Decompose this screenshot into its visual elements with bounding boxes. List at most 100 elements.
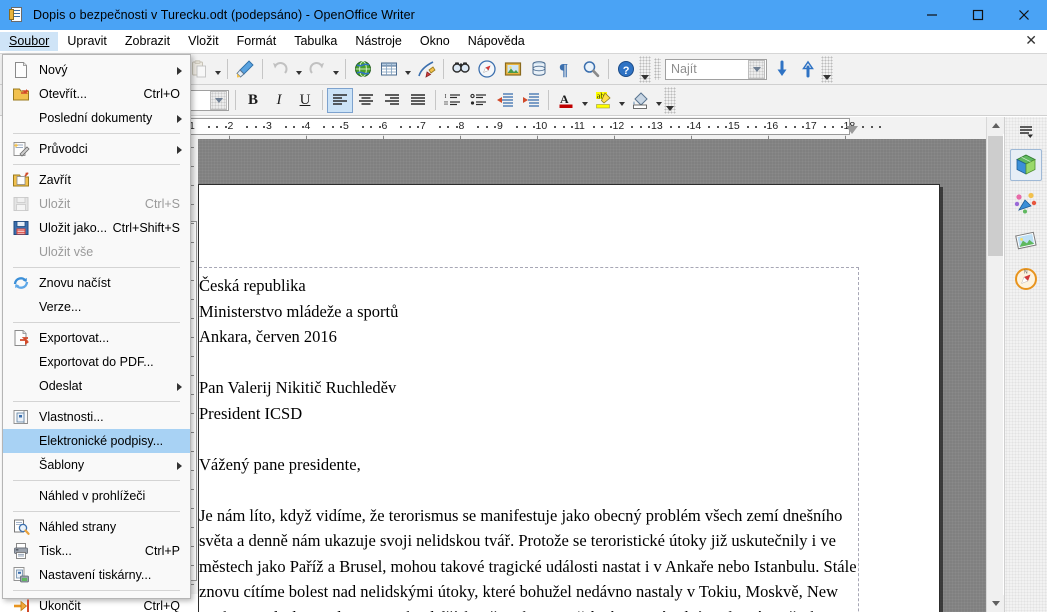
find-up-icon[interactable] (795, 57, 821, 82)
sidebar-settings-icon[interactable] (1010, 121, 1042, 143)
scroll-up-button[interactable] (987, 117, 1004, 134)
menu-tabulka[interactable]: Tabulka (285, 32, 346, 51)
doc-line: Ankara, červen 2016 (199, 327, 337, 346)
ruler-tick-mark (293, 126, 296, 128)
align-right-icon[interactable] (379, 88, 405, 113)
background-color-icon[interactable] (627, 88, 653, 113)
menu-item-label: Uložit (39, 197, 71, 211)
minimize-button[interactable] (909, 0, 955, 30)
redo-icon[interactable] (304, 57, 330, 82)
menu-item-otevrit[interactable]: Otevřít... Ctrl+O (3, 82, 190, 106)
ruler-tick-label: 11 (574, 120, 585, 132)
ruler-tick-mark (417, 126, 420, 128)
insert-table-icon[interactable] (376, 57, 402, 82)
toolbar-separator (235, 90, 236, 110)
horizontal-ruler[interactable]: 1 2 ⊥ 3 4 ⊥ 5 6 ⊥ 7 8 ⊥ 9 10 ⊥ 11 12 ⊥ 13 14 ⊥ 15 16 ⊥ 17 18 ⊥ (185, 117, 1003, 139)
sidebar-item-navigator[interactable]: N (1010, 263, 1042, 295)
file-menu-popup[interactable]: Nový Otevřít... Ctrl+O Poslední dokumenty Pr… (2, 54, 191, 612)
menu-item-sablony[interactable]: Šablony (3, 453, 190, 477)
hyperlink-icon[interactable] (350, 57, 376, 82)
increase-indent-icon[interactable] (518, 88, 544, 113)
menu-item-exportovat-do-pdf[interactable]: Exportovat do PDF... (3, 350, 190, 374)
document-text[interactable]: Česká republika Ministerstvo mládeže a s… (199, 273, 899, 612)
menu-upravit[interactable]: Upravit (58, 32, 116, 51)
font-size-dropdown-icon[interactable] (210, 90, 227, 110)
navigator-icon[interactable] (474, 57, 500, 82)
highlighting-dropdown-arrow-icon[interactable] (616, 88, 627, 113)
toolbar-separator (443, 59, 444, 79)
show-draw-functions-icon[interactable] (413, 57, 439, 82)
sidebar-item-gallery[interactable] (1010, 225, 1042, 257)
menu-okno[interactable]: Okno (411, 32, 459, 51)
menu-item-znovu-nacist[interactable]: Znovu načíst (3, 271, 190, 295)
ordered-list-icon[interactable]: I II (440, 88, 466, 113)
document-page[interactable]: Česká republika Ministerstvo mládeže a s… (198, 184, 940, 612)
menu-item-zavrit[interactable]: Zavřít (3, 168, 190, 192)
undo-icon[interactable] (267, 57, 293, 82)
search-input[interactable]: Najít (665, 58, 767, 80)
menu-item-ukoncit[interactable]: Ukončit Ctrl+Q (3, 594, 190, 612)
undo-dropdown-arrow-icon[interactable] (293, 57, 304, 82)
menu-zobrazit[interactable]: Zobrazit (116, 32, 179, 51)
maximize-button[interactable] (955, 0, 1001, 30)
scroll-down-button[interactable] (987, 595, 1004, 612)
document-canvas[interactable]: Česká republika Ministerstvo mládeže a s… (198, 139, 1003, 612)
align-center-icon[interactable] (353, 88, 379, 113)
redo-dropdown-arrow-icon[interactable] (330, 57, 341, 82)
menu-nastroje[interactable]: Nástroje (346, 32, 411, 51)
menu-soubor[interactable]: Soubor (0, 32, 59, 51)
menu-item-verze[interactable]: Verze... (3, 295, 190, 319)
menu-item-no-icon (3, 374, 39, 398)
justified-icon[interactable] (405, 88, 431, 113)
menu-item-ulozit-jako[interactable]: Uložit jako... Ctrl+Shift+S (3, 216, 190, 240)
close-document-icon[interactable]: ✕ (1025, 33, 1037, 49)
doc-line: světa a denně nám ukazuje svoji nelidsko… (199, 531, 836, 550)
menu-napoveda[interactable]: Nápověda (459, 32, 534, 51)
gallery-icon[interactable] (500, 57, 526, 82)
zoom-icon[interactable] (578, 57, 604, 82)
unordered-list-icon[interactable] (466, 88, 492, 113)
vertical-scrollbar[interactable] (986, 117, 1004, 612)
data-sources-icon[interactable] (526, 57, 552, 82)
formatting-marks-icon[interactable]: ¶ (552, 57, 578, 82)
menu-item-elektronicke-podpisy[interactable]: Elektronické podpisy... (3, 429, 190, 453)
menu-item-pruvodci[interactable]: Průvodci (3, 137, 190, 161)
scrollbar-thumb[interactable] (988, 136, 1003, 256)
sidebar-item-styles[interactable] (1010, 187, 1042, 219)
standard-toolbar-overflow-button[interactable] (639, 55, 651, 83)
menu-item-nahled-strany[interactable]: Náhled strany (3, 515, 190, 539)
sidebar-item-properties[interactable] (1010, 149, 1042, 181)
find-replace-icon[interactable] (448, 57, 474, 82)
search-dropdown-icon[interactable] (748, 59, 765, 79)
decrease-indent-icon[interactable] (492, 88, 518, 113)
menu-item-exportovat[interactable]: Exportovat... (3, 326, 190, 350)
help-icon[interactable]: ? (613, 57, 639, 82)
bold-button[interactable]: B (240, 88, 266, 113)
menu-item-odeslat[interactable]: Odeslat (3, 374, 190, 398)
menu-item-vlastnosti[interactable]: Vlastnosti... (3, 405, 190, 429)
insert-table-dropdown-arrow-icon[interactable] (402, 57, 413, 82)
menu-item-nastaveni-tiskarny[interactable]: Nastavení tiskárny... (3, 563, 190, 587)
formatting-toolbar-overflow-button[interactable] (664, 86, 676, 114)
menu-item-posledni-dokumenty[interactable]: Poslední dokumenty (3, 106, 190, 130)
clone-formatting-icon[interactable] (232, 57, 258, 82)
paste-dropdown-arrow-icon[interactable] (212, 57, 223, 82)
menu-item-tisk[interactable]: Tisk... Ctrl+P (3, 539, 190, 563)
font-color-dropdown-arrow-icon[interactable] (579, 88, 590, 113)
menu-separator (13, 590, 180, 591)
menu-item-nahled-v-prohlizeci[interactable]: Náhled v prohlížeči (3, 484, 190, 508)
close-button[interactable] (1001, 0, 1047, 30)
background-color-dropdown-arrow-icon[interactable] (653, 88, 664, 113)
highlighting-icon[interactable]: ab (590, 88, 616, 113)
find-toolbar-grip[interactable] (654, 58, 661, 80)
underline-button[interactable]: U (292, 88, 318, 113)
find-toolbar-overflow-button[interactable] (821, 55, 833, 83)
align-left-icon[interactable] (327, 87, 353, 113)
italic-button[interactable]: I (266, 88, 292, 113)
right-indent-marker-icon[interactable] (846, 126, 858, 134)
menu-item-novy[interactable]: Nový (3, 58, 190, 82)
font-color-icon[interactable]: A (553, 88, 579, 113)
find-down-icon[interactable] (769, 57, 795, 82)
menu-format[interactable]: Formát (228, 32, 286, 51)
menu-vlozit[interactable]: Vložit (179, 32, 228, 51)
